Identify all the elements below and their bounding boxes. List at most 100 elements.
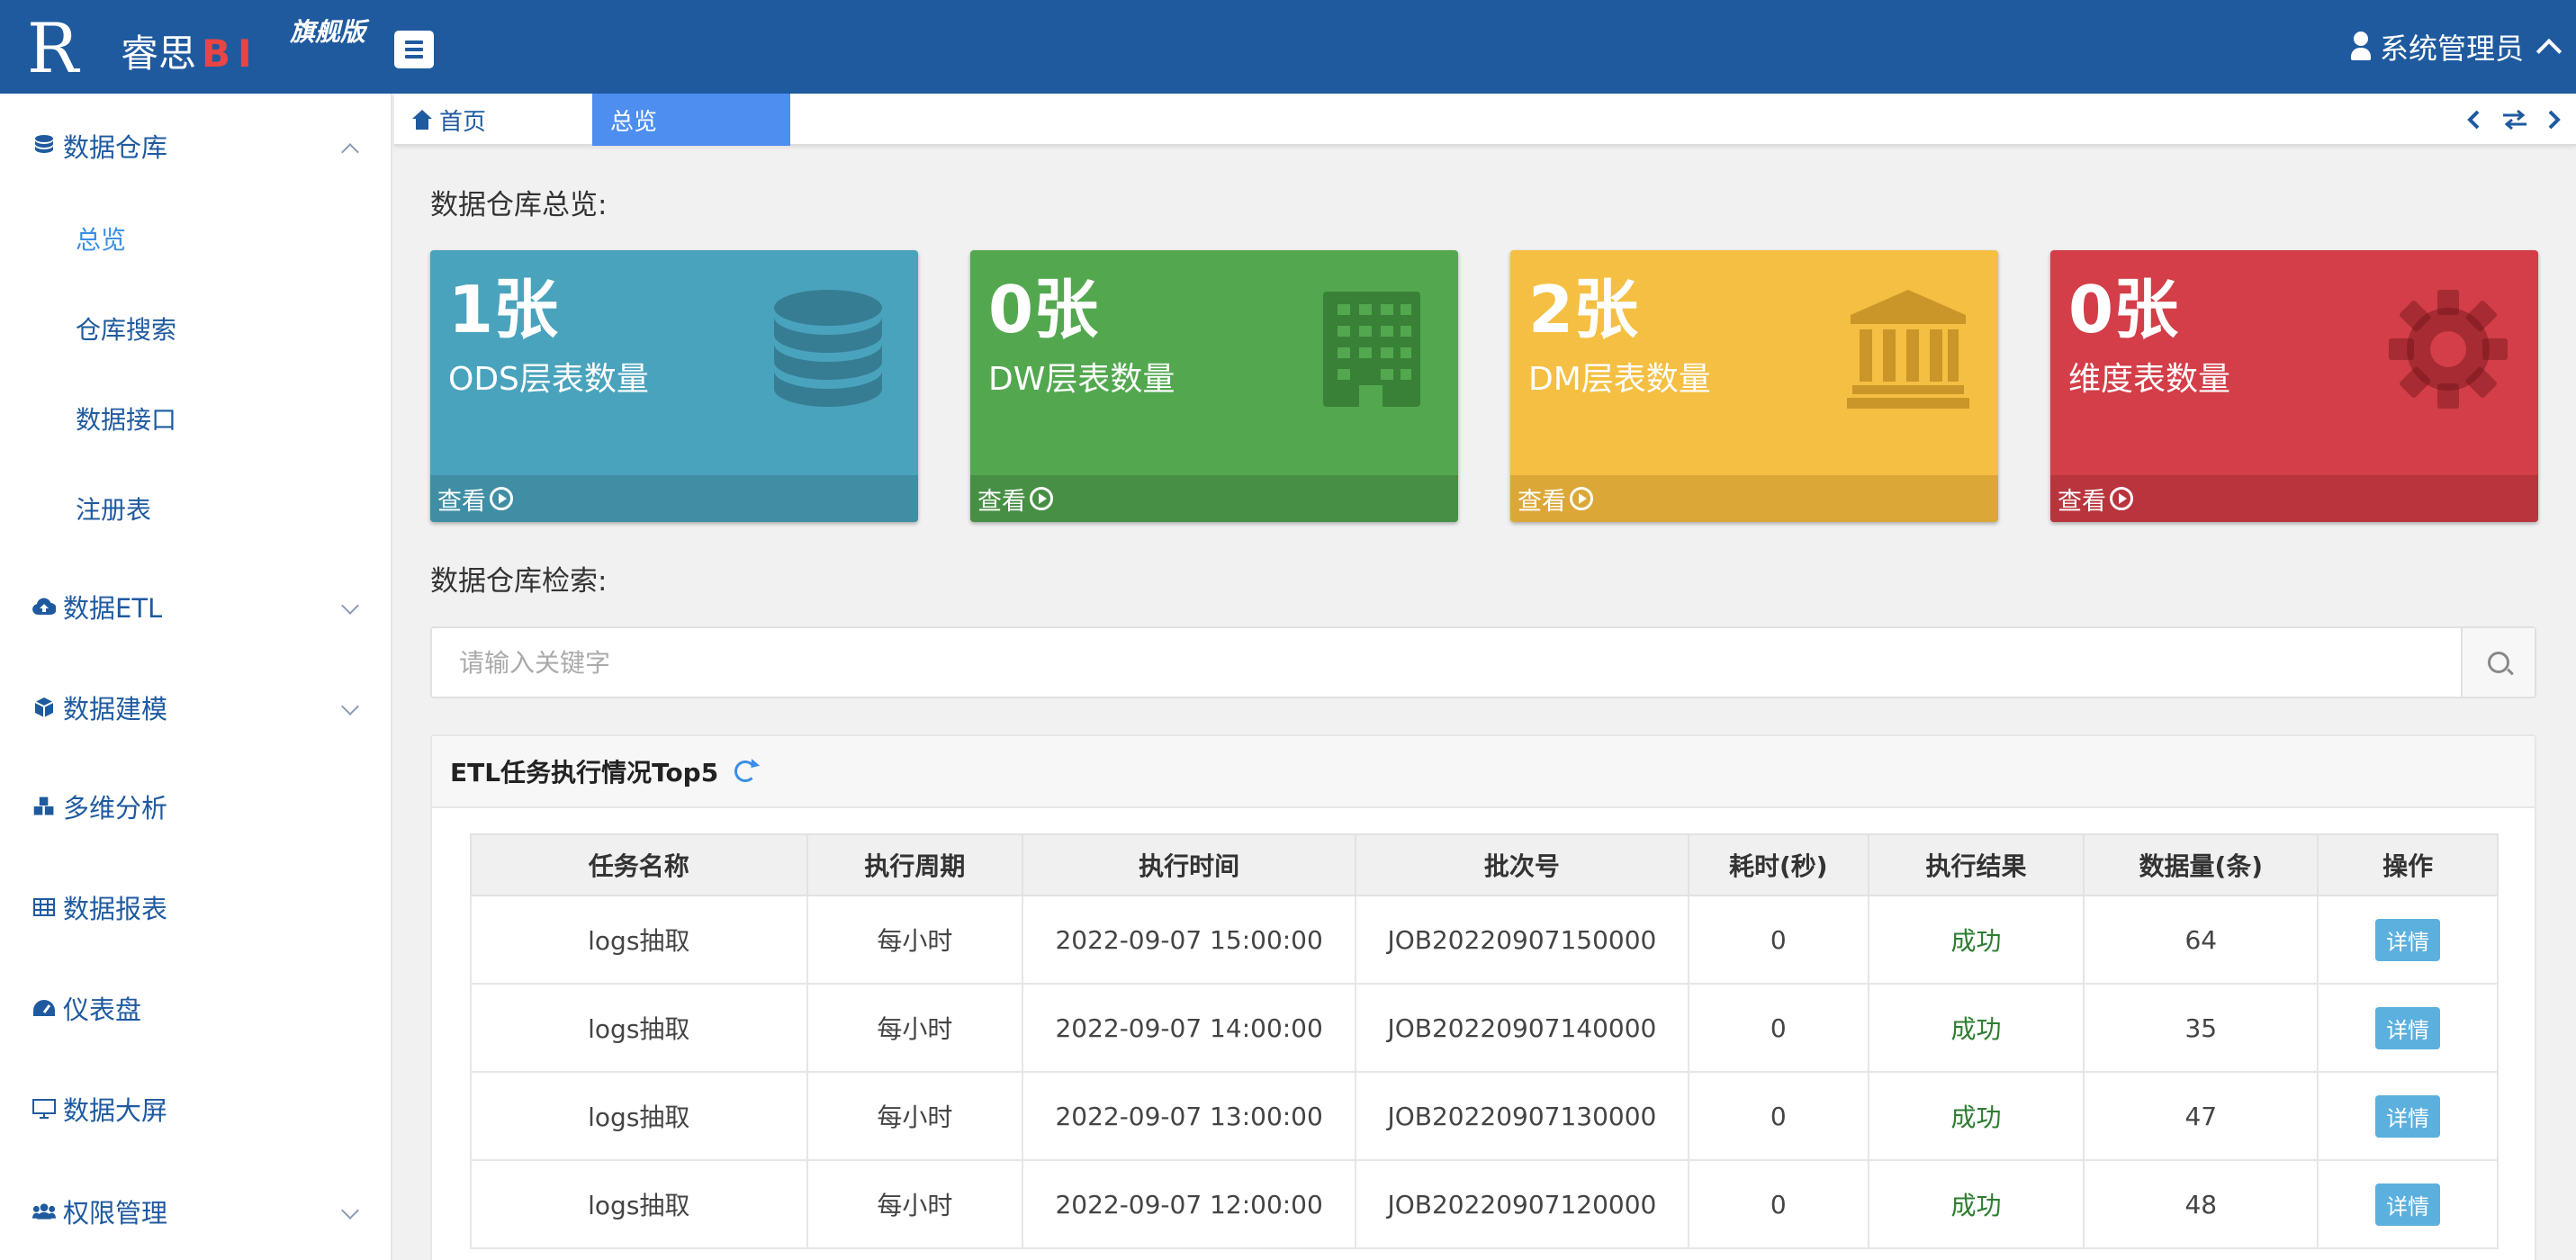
sidebar-item-dashboard[interactable]: 仪表盘 [32,981,365,1035]
users-icon [32,1200,56,1223]
sidebar-subitem-registry[interactable]: 注册表 [76,486,151,531]
search-box [430,626,2536,698]
card-link-label: 查看 [2058,487,2106,516]
duration-cell: 0 [1687,895,1869,985]
chevron-left-icon [2467,110,2480,130]
data-count-cell: 64 [2083,895,2319,985]
sidebar-item-data-warehouse[interactable]: 数据仓库 [32,119,365,173]
table-icon [32,896,56,919]
play-circle-icon [1570,487,1593,510]
sidebar-item-label: 数据ETL [63,593,163,624]
card-value: 1张 [448,272,559,347]
table-row: logs抽取 每小时 2022-09-07 12:00:00 JOB202209… [470,1159,2499,1249]
sidebar-item-reports[interactable]: 数据报表 [32,880,365,934]
card-label: DW层表数量 [988,361,1175,398]
sidebar-item-data-etl[interactable]: 数据ETL [32,580,365,634]
search-button[interactable] [2461,628,2535,697]
column-header: 批次号 [1354,833,1689,896]
database-icon [32,134,56,158]
card-label: 维度表数量 [2068,361,2231,398]
cubes-icon [32,795,56,818]
etl-panel-title: ETL任务执行情况Top5 [450,758,719,788]
task-name-cell: logs抽取 [470,1159,808,1249]
tab-bar: 首页 总览 [394,94,2576,146]
sidebar-subitem-overview[interactable]: 总览 [76,216,126,261]
card-view-link[interactable]: 查看 [2050,475,2538,522]
data-count-cell: 48 [2083,1159,2319,1249]
exec-time-cell: 2022-09-07 14:00:00 [1022,983,1356,1073]
exchange-icon [2503,109,2526,130]
exec-time-cell: 2022-09-07 13:00:00 [1022,1071,1356,1161]
sidebar: 数据仓库 总览 仓库搜索 数据接口 注册表 数据ETL 数据建模 多维分析 数据… [0,94,392,1260]
sidebar-item-data-modeling[interactable]: 数据建模 [32,680,365,734]
cycle-cell: 每小时 [806,895,1024,985]
sidebar-item-olap[interactable]: 多维分析 [32,779,365,833]
data-count-cell: 35 [2083,983,2319,1073]
card-ods: 1张 ODS层表数量 查看 [430,250,918,522]
search-input[interactable] [432,628,2463,697]
database-icon [774,290,882,407]
card-view-link[interactable]: 查看 [970,475,1458,522]
sidebar-item-big-screen[interactable]: 数据大屏 [32,1082,365,1136]
sidebar-subitem-warehouse-search[interactable]: 仓库搜索 [76,306,176,351]
cube-icon [32,696,56,719]
chevron-down-icon [341,597,359,615]
sidebar-item-permissions[interactable]: 权限管理 [32,1184,365,1238]
task-name-cell: logs抽取 [470,1071,808,1161]
dashboard-icon [32,996,56,1020]
hamburger-icon-line [405,40,423,44]
exec-time-cell: 2022-09-07 15:00:00 [1022,895,1356,985]
etl-panel: ETL任务执行情况Top5 任务名称 执行周期 执行时间 批次号 耗时(秒) 执… [430,734,2536,1260]
user-menu[interactable]: 系统管理员 [2350,23,2562,70]
menu-toggle-button[interactable] [394,31,434,68]
play-circle-icon [2110,487,2133,510]
tab-label: 首页 [439,108,487,136]
card-dm: 2张 DM层表数量 查看 [1510,250,1998,522]
sidebar-item-label: 数据仓库 [63,132,168,163]
batch-id-cell: JOB20220907140000 [1354,983,1689,1073]
card-dimension: 0张 维度表数量 查看 [2050,250,2538,522]
sidebar-item-label: 仪表盘 [63,994,142,1025]
cycle-cell: 每小时 [806,1071,1024,1161]
card-view-link[interactable]: 查看 [430,475,918,522]
search-icon [2488,652,2509,673]
card-dw: 0张 DW层表数量 查看 [970,250,1458,522]
search-title: 数据仓库检索: [430,565,608,598]
table-row: logs抽取 每小时 2022-09-07 15:00:00 JOB202209… [470,895,2499,985]
column-header: 执行结果 [1867,833,2085,896]
card-label: ODS层表数量 [448,361,649,398]
sidebar-item-label: 数据建模 [63,694,168,724]
card-link-label: 查看 [1518,487,1566,516]
tab-scroll-right-button[interactable] [2536,94,2572,146]
table-header-row: 任务名称 执行周期 执行时间 批次号 耗时(秒) 执行结果 数据量(条) 操作 [470,833,2499,896]
card-view-link[interactable]: 查看 [1510,475,1998,522]
tab-overview[interactable]: 总览 [592,94,790,146]
action-cell: 详情 [2317,1071,2499,1161]
detail-button[interactable]: 详情 [2375,918,2441,961]
sidebar-subitem-data-api[interactable]: 数据接口 [76,396,176,441]
column-header: 数据量(条) [2083,833,2319,896]
tab-label: 总览 [610,108,658,136]
chevron-down-icon [341,1202,359,1220]
building-icon [1323,292,1420,407]
card-link-label: 查看 [437,487,486,516]
chevron-up-icon [341,143,359,161]
tab-switch-button[interactable] [2495,94,2535,146]
task-name-cell: logs抽取 [470,895,808,985]
chevron-right-icon [2548,110,2561,130]
card-value: 0张 [2068,272,2179,347]
table-row: logs抽取 每小时 2022-09-07 13:00:00 JOB202209… [470,1071,2499,1161]
detail-button[interactable]: 详情 [2375,1094,2441,1138]
tab-home[interactable]: 首页 [394,94,592,146]
refresh-icon[interactable] [734,760,757,782]
duration-cell: 0 [1687,1071,1869,1161]
logo-icon: R [27,8,79,88]
duration-cell: 0 [1687,1159,1869,1249]
cycle-cell: 每小时 [806,983,1024,1073]
tab-scroll-left-button[interactable] [2455,94,2491,146]
action-cell: 详情 [2317,1159,2499,1249]
result-cell: 成功 [1867,1159,2085,1249]
detail-button[interactable]: 详情 [2375,1006,2441,1049]
detail-button[interactable]: 详情 [2375,1183,2441,1226]
card-label: DM层表数量 [1528,361,1711,398]
